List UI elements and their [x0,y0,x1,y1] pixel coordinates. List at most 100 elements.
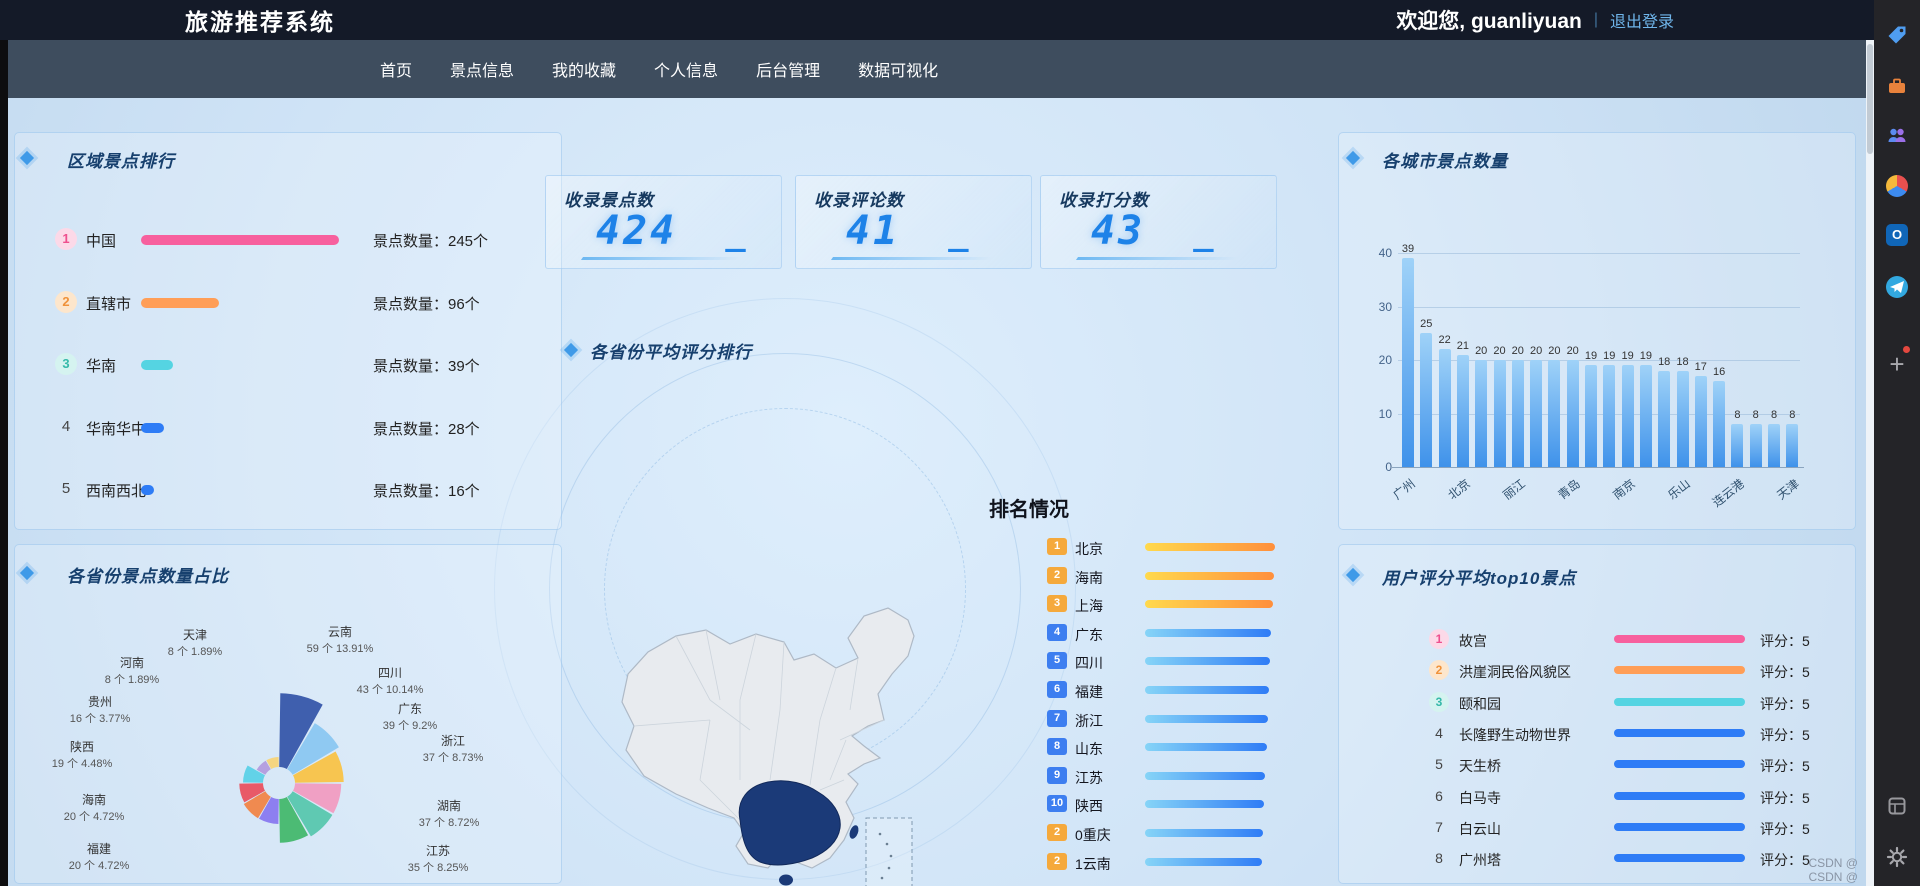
rank-badge: 2 [1047,852,1067,870]
rank-badge: 3 [55,353,77,375]
settings-icon[interactable] [1886,846,1908,868]
rose-label: 贵州 16 个 3.77% [70,693,131,726]
rose-label-name: 贵州 [87,695,113,709]
nav-item-1[interactable]: 景点信息 [450,57,514,81]
region-bar [141,360,173,370]
logout-link[interactable]: 退出登录 [1610,8,1674,32]
rose-label-value: 43 个 10.14% [356,684,424,696]
top10-row: 7 白云山 评分：5 [1421,815,1851,839]
rank-badge: 3 [1429,691,1449,712]
city-bar [1658,370,1671,467]
province-name: 江苏 [1075,769,1103,786]
rose-label-name: 海南 [81,793,107,807]
attraction-name: 长隆野生动物世界 [1459,726,1571,743]
telegram-icon[interactable] [1886,276,1908,298]
city-bar [1676,370,1689,467]
attraction-name: 白马寺 [1459,789,1501,806]
rank-badge: 9 [1047,766,1067,784]
rose-label-value: 19 个 4.48% [51,758,113,770]
workspace-icon[interactable] [1886,795,1908,817]
briefcase-icon[interactable] [1886,75,1908,97]
attraction-name: 广州塔 [1459,852,1501,869]
nav-item-4[interactable]: 后台管理 [756,57,820,81]
rose-label-value: 20 个 4.72% [68,860,130,872]
dashboard: 区域景点排行 各省份景点数量占比 各城市景点数量 用户评分平均top10景点 各… [8,98,1866,886]
shapes-icon[interactable] [1886,175,1908,197]
region-count-label: 景点数量：28个 [373,420,480,438]
province-name: 0重庆 [1075,827,1111,843]
rank-badge: 5 [1047,652,1067,670]
top10-row: 5 天生桥 评分：5 [1421,752,1851,776]
score-bar [1145,628,1272,637]
attraction-name: 洪崖洞民俗风貌区 [1459,664,1571,681]
rose-label: 湖南 37 个 8.72% [419,797,480,830]
score-label: 评分：5 [1760,758,1810,775]
region-count-label: 景点数量：39个 [373,358,480,375]
tag-icon[interactable] [1886,24,1908,46]
city-bar [1420,333,1433,467]
province-score-title: 各省份平均评分排行 [590,343,752,362]
attraction-name: 天生桥 [1459,758,1501,775]
province-rank-row: 2 1云南 [1039,851,1339,873]
rank-badge: 6 [1435,787,1443,804]
region-name: 华南华中 [86,420,147,438]
city-bar [1749,424,1762,467]
rose-label: 陕西 19 个 4.48% [52,738,113,771]
scrollbar[interactable] [1866,40,1874,886]
province-rank-row: 3 上海 [1039,593,1339,615]
nav-item-3[interactable]: 个人信息 [654,57,718,81]
nav-item-0[interactable]: 首页 [380,57,412,81]
city-bar-value: 25 [1420,318,1433,331]
province-name: 上海 [1075,598,1103,615]
city-bar-value: 39 [1401,243,1415,256]
scrollbar-thumb[interactable] [1867,44,1873,154]
score-bar [1145,714,1268,723]
add-icon[interactable]: + [1886,351,1908,377]
province-rank-row: 7 浙江 [1039,708,1339,730]
rose-label: 福建 20 个 4.72% [69,840,130,873]
score-bar [1614,666,1745,675]
y-axis-tick: 0 [1385,460,1392,474]
province-name: 广东 [1075,626,1103,643]
score-label: 评分：5 [1760,695,1810,712]
score-bar [1145,657,1271,666]
browser-sidebar: O + [1874,0,1920,886]
y-axis-tick: 30 [1378,299,1392,314]
score-label: 评分：5 [1760,726,1810,743]
rose-chart [239,693,344,843]
score-bar [1614,791,1745,800]
top10-row: 3 颐和园 评分：5 [1421,690,1851,714]
people-icon[interactable] [1886,124,1908,146]
rose-label: 浙江 37 个 8.73% [423,732,484,765]
watermark: CSDN @ [1808,870,1858,884]
score-bar [1614,635,1745,643]
score-bar [1145,543,1275,551]
stat-underline-decoration [1075,257,1239,260]
city-bar-value: 16 [1712,366,1726,379]
rank-badge: 8 [1047,738,1067,756]
outlook-icon[interactable]: O [1886,224,1908,246]
rose-label-name: 天津 [182,628,208,642]
rose-label: 江苏 35 个 8.25% [408,842,469,875]
province-name: 陕西 [1075,798,1103,815]
rank-badge: 3 [1047,595,1067,613]
region-name: 华南 [86,358,117,375]
province-rank-row: 4 广东 [1039,622,1339,644]
rose-label: 海南 20 个 4.72% [64,791,125,824]
region-count-label: 景点数量：16个 [373,483,480,500]
province-name: 山东 [1075,741,1103,758]
top10-row: 6 白马寺 评分：5 [1421,784,1851,808]
nav-item-5[interactable]: 数据可视化 [858,57,938,81]
score-bar [1614,697,1745,706]
rose-label-name: 广东 [397,702,423,716]
city-bar [1566,360,1579,467]
rank-badge: 2 [55,290,77,313]
panel-region-rank [14,132,562,530]
rose-label: 广东 39 个 9.2% [383,700,437,733]
province-rank-row: 6 福建 [1039,679,1339,701]
rank-badge: 2 [1047,566,1067,584]
score-label: 评分：5 [1760,820,1810,837]
region-rank-row: 3 华南 景点数量：39个 [8,350,588,380]
nav-item-2[interactable]: 我的收藏 [552,57,616,81]
region-name: 中国 [86,233,117,250]
